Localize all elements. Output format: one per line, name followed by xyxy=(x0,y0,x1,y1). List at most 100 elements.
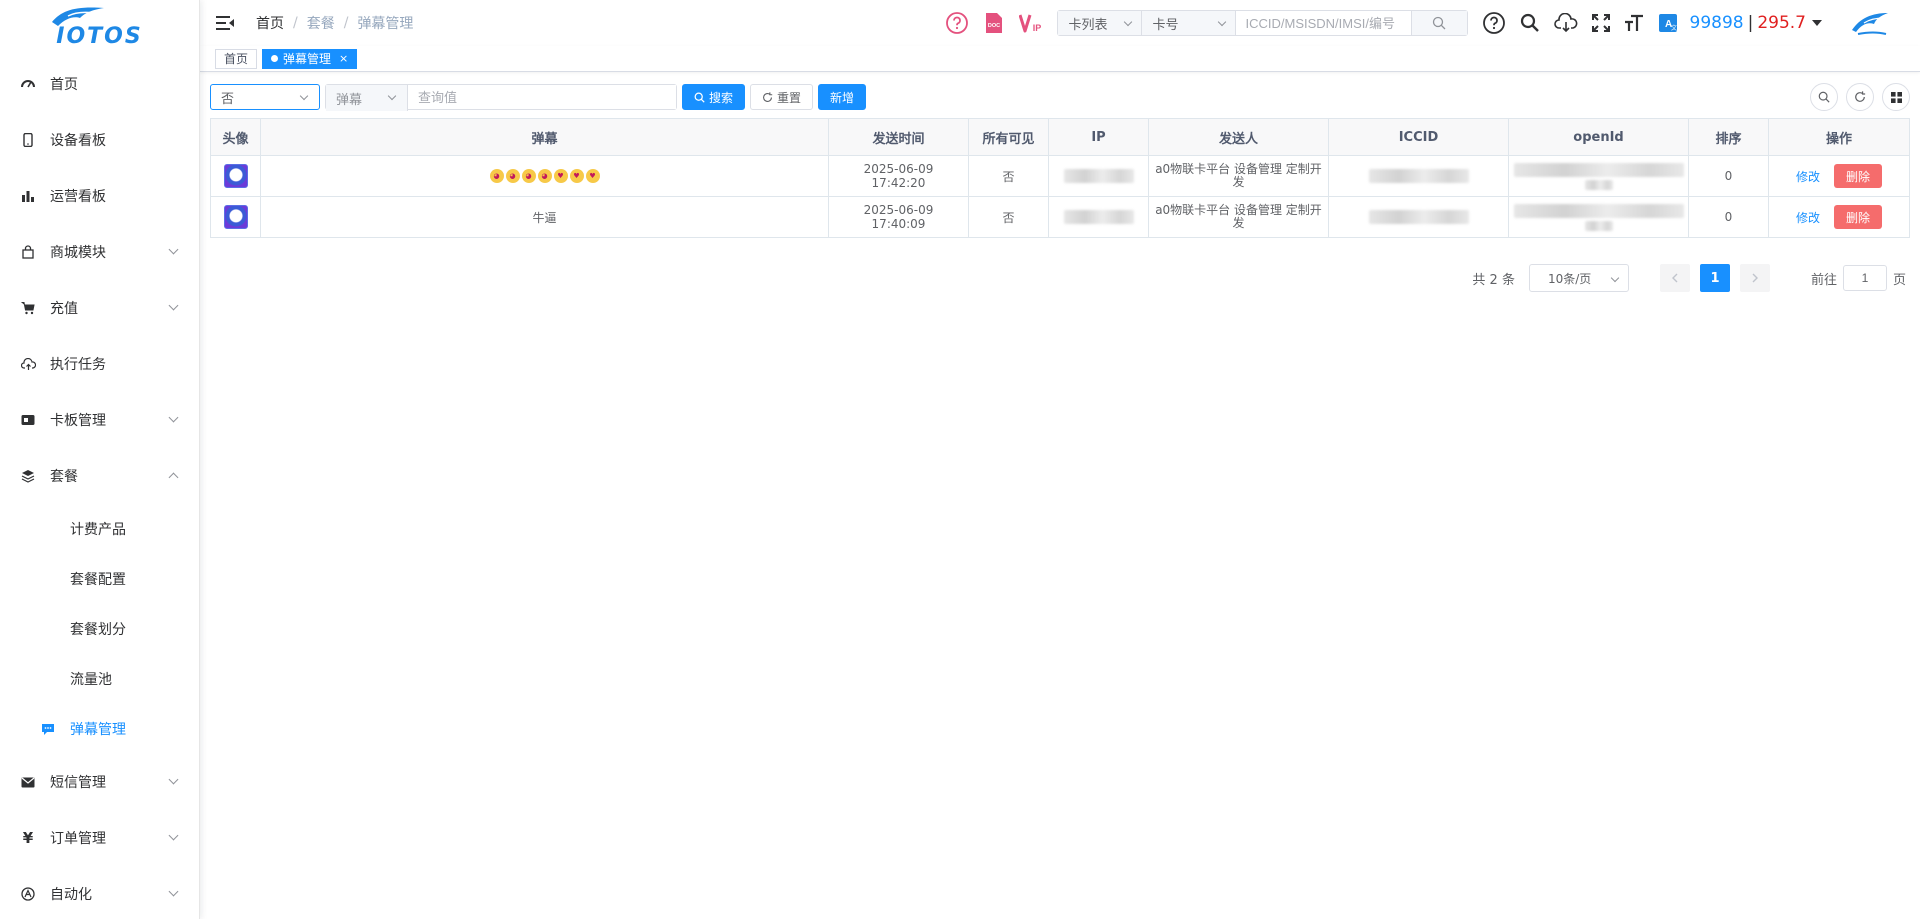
font-size-icon[interactable] xyxy=(1624,14,1644,32)
sidebar-item-card-board[interactable]: 卡板管理 xyxy=(0,392,199,448)
table-body: ◕ ◕ ◕ ◕ ♥ ♥ ♥ 2025-06-09 17:42:20 否 a0物联… xyxy=(211,156,1909,238)
redacted-openid xyxy=(1584,179,1613,190)
visible-filter-select[interactable]: 否 xyxy=(210,84,320,110)
breadcrumb-separator: / xyxy=(293,15,298,31)
prev-page-button[interactable] xyxy=(1659,264,1690,292)
breadcrumb: 首页 / 套餐 / 弹幕管理 xyxy=(256,13,413,33)
redacted-openid xyxy=(1513,162,1684,177)
package-submenu: 计费产品 套餐配置 套餐划分 流量池 弹幕管理 xyxy=(0,504,199,754)
sidebar-item-recharge[interactable]: 充值 xyxy=(0,280,199,336)
page-jump: 前往 页 xyxy=(1811,265,1906,291)
sort-cell: 0 xyxy=(1689,197,1769,237)
hamburger-icon[interactable] xyxy=(216,15,234,31)
chevron-down-icon xyxy=(299,91,309,101)
sender-cell: a0物联卡平台 设备管理 定制开发 xyxy=(1149,197,1329,237)
sidebar-item-label: 套餐配置 xyxy=(70,572,126,588)
layers-icon xyxy=(20,468,36,484)
header-avatar: 头像 xyxy=(211,119,261,155)
reset-button[interactable]: 重置 xyxy=(750,84,814,110)
emoji-icon: ◕ xyxy=(505,169,520,183)
sidebar-item-label: 运营看板 xyxy=(50,189,106,205)
query-input[interactable] xyxy=(408,85,676,109)
sidebar-item-label: 设备看板 xyxy=(50,133,106,149)
chevron-left-icon xyxy=(1671,273,1678,283)
translate-icon[interactable]: A文 xyxy=(1658,13,1678,33)
card-search-button[interactable] xyxy=(1410,11,1467,35)
card-type-select[interactable]: 卡号 xyxy=(1141,11,1235,35)
card-search-group: 卡列表 卡号 xyxy=(1057,10,1468,36)
breadcrumb-home[interactable]: 首页 xyxy=(256,13,284,33)
breadcrumb-current: 弹幕管理 xyxy=(357,16,414,32)
sidebar-item-package-config[interactable]: 套餐配置 xyxy=(0,554,199,604)
page-size-select[interactable]: 10条/页 xyxy=(1528,264,1629,292)
sidebar-item-ops-board[interactable]: 运营看板 xyxy=(0,168,199,224)
redacted-iccid xyxy=(1368,169,1469,183)
tag-danmu-manage[interactable]: 弹幕管理 × xyxy=(262,48,358,69)
vip-icon[interactable]: IP xyxy=(1019,12,1043,34)
chevron-up-icon xyxy=(168,472,179,483)
cart-icon xyxy=(20,300,36,316)
account-stats[interactable]: 99898 | 295.7 xyxy=(1690,13,1822,33)
sidebar-item-orders[interactable]: ¥ 订单管理 xyxy=(0,810,199,866)
refresh-button[interactable] xyxy=(1846,83,1874,111)
edit-button[interactable]: 修改 xyxy=(1796,168,1820,185)
sidebar-item-label: 充值 xyxy=(50,301,78,317)
openid-cell xyxy=(1509,197,1689,237)
table-tools xyxy=(1802,83,1910,111)
search-icon[interactable] xyxy=(1520,13,1540,33)
navbar: 首页 / 套餐 / 弹幕管理 DOC IP 卡列表 卡号 ICCID/MSISD… xyxy=(200,0,1920,46)
card-search-input[interactable] xyxy=(1234,11,1411,35)
bar-chart-icon xyxy=(20,188,36,204)
page-number-current[interactable]: 1 xyxy=(1699,264,1730,292)
help-pink-icon[interactable] xyxy=(945,11,969,35)
header-iccid: ICCID xyxy=(1329,119,1509,155)
table-row: ◕ ◕ ◕ ◕ ♥ ♥ ♥ 2025-06-09 17:42:20 否 a0物联… xyxy=(211,156,1909,197)
sidebar-item-traffic-pool[interactable]: 流量池 xyxy=(0,654,199,704)
sidebar-item-tasks[interactable]: 执行任务 xyxy=(0,336,199,392)
sidebar-item-package[interactable]: 套餐 xyxy=(0,448,199,504)
visible-cell: 否 xyxy=(969,156,1049,196)
edit-button[interactable]: 修改 xyxy=(1796,209,1820,226)
add-button[interactable]: 新增 xyxy=(818,84,867,110)
sidebar-item-mall[interactable]: 商城模块 xyxy=(0,224,199,280)
sidebar-item-label: 弹幕管理 xyxy=(70,722,126,738)
logo[interactable]: IOTOS xyxy=(0,0,199,56)
field-select[interactable]: 弹幕 xyxy=(326,85,408,111)
grid-icon xyxy=(1890,91,1902,103)
actions-cell: 修改 删除 xyxy=(1769,197,1909,237)
next-page-button[interactable] xyxy=(1739,264,1770,292)
sidebar-item-sms[interactable]: 短信管理 xyxy=(0,754,199,810)
chevron-down-icon xyxy=(168,830,179,841)
doc-icon[interactable]: DOC xyxy=(985,12,1003,34)
cloud-download-icon[interactable] xyxy=(1553,13,1578,33)
navbar-right: DOC IP 卡列表 卡号 ICCID/MSISDN/IMSI/编号 A 文 9… xyxy=(945,0,1920,46)
chat-icon xyxy=(40,721,56,737)
help-icon[interactable] xyxy=(1482,11,1506,35)
table-header-row: 头像 弹幕 发送时间 所有可见 IP 发送人 ICCID openId 排序 操… xyxy=(211,119,1909,156)
pagination-total: 共 2 条 xyxy=(1472,272,1515,288)
redacted-ip xyxy=(1063,169,1134,183)
sidebar-item-billing-product[interactable]: 计费产品 xyxy=(0,504,199,554)
sidebar-item-automation[interactable]: 自动化 xyxy=(0,866,199,919)
toggle-search-button[interactable] xyxy=(1810,83,1838,111)
fullscreen-icon[interactable] xyxy=(1591,14,1610,32)
sidebar-item-home[interactable]: 首页 xyxy=(0,56,199,112)
chevron-down-icon xyxy=(168,412,179,423)
goto-page-input[interactable] xyxy=(1842,265,1887,291)
user-avatar-icon[interactable] xyxy=(1850,10,1890,36)
send-time-cell: 2025-06-09 17:42:20 xyxy=(829,156,969,196)
iccid-cell xyxy=(1329,156,1509,196)
tag-home[interactable]: 首页 xyxy=(215,48,258,69)
close-icon[interactable]: × xyxy=(339,52,348,65)
delete-button[interactable]: 删除 xyxy=(1834,205,1883,229)
sidebar-item-device-board[interactable]: 设备看板 xyxy=(0,112,199,168)
sidebar-item-package-division[interactable]: 套餐划分 xyxy=(0,604,199,654)
chevron-down-icon xyxy=(168,244,179,255)
chevron-down-icon xyxy=(168,774,179,785)
search-button[interactable]: 搜索 xyxy=(682,84,746,110)
columns-button[interactable] xyxy=(1882,83,1910,111)
delete-button[interactable]: 删除 xyxy=(1834,164,1883,188)
sidebar-item-danmu-manage[interactable]: 弹幕管理 xyxy=(0,704,199,754)
header-actions: 操作 xyxy=(1769,119,1909,155)
card-list-select[interactable]: 卡列表 xyxy=(1058,11,1142,35)
